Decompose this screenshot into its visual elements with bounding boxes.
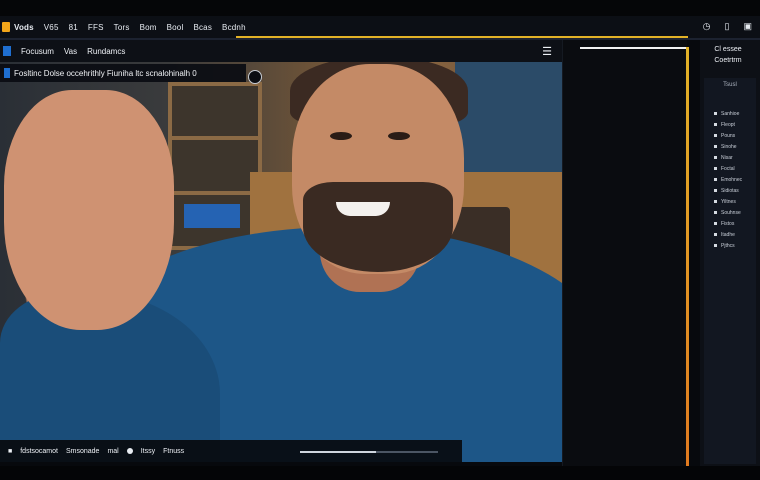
list-item-icon — [714, 145, 717, 148]
waving-hand — [4, 90, 174, 330]
app-logo-icon — [2, 22, 10, 32]
video-progress-bar[interactable] — [300, 451, 438, 453]
video-feed[interactable] — [0, 62, 562, 462]
list-item-icon — [714, 112, 717, 115]
person-smile — [336, 202, 390, 216]
list-item-icon — [714, 189, 717, 192]
list-item[interactable]: Sinohe — [714, 141, 756, 152]
list-item-icon — [714, 233, 717, 236]
list-item-icon — [714, 134, 717, 137]
bookshelf — [168, 82, 262, 250]
menu-item-81[interactable]: 81 — [69, 23, 78, 32]
control-dot-icon[interactable] — [126, 448, 133, 454]
control-item-ftnuss[interactable]: Ftnuss — [163, 448, 184, 455]
user-icon[interactable]: ▣ — [743, 21, 752, 32]
menu-item-bom[interactable]: Bom — [140, 23, 157, 32]
participant-list: Tsusl Sanhioe Fleopt Pouns Sinohe Nisar … — [704, 78, 756, 464]
video-controls: ■ fdstsocamot Smsonade mal Itssy Ftnuss — [0, 440, 462, 462]
sub-item-rundamcs[interactable]: Rundamcs — [87, 47, 125, 56]
side-title-line2: Coetrtrm — [714, 57, 742, 64]
sub-item-vas[interactable]: Vas — [64, 47, 77, 56]
sub-item-focusum[interactable]: Focusum — [21, 47, 54, 56]
caption-text: Fosltinc Dolse occehrithly Fiuniha ltc s… — [14, 68, 197, 78]
title-bar — [0, 0, 760, 16]
caption-app-icon — [4, 68, 10, 78]
list-item[interactable]: Fistos — [714, 218, 756, 229]
menu-item-bcas[interactable]: Bcas — [193, 23, 212, 32]
list-item[interactable]: Foctal — [714, 163, 756, 174]
list-item[interactable]: Sanhioe — [714, 108, 756, 119]
menu-item-bcdnh[interactable]: Bcdnh — [222, 23, 246, 32]
hamburger-menu-icon[interactable]: ☰ — [542, 45, 552, 58]
list-item[interactable]: Souhnse — [714, 207, 756, 218]
list-item-icon — [714, 244, 717, 247]
bottom-bar — [0, 466, 760, 480]
background-monitor — [455, 62, 562, 182]
list-item[interactable]: Pouns — [714, 130, 756, 141]
list-item-icon — [714, 222, 717, 225]
control-item-mal[interactable]: mal — [107, 448, 118, 455]
menu-item-tors[interactable]: Tors — [114, 23, 130, 32]
list-item[interactable]: Fleopt — [714, 119, 756, 130]
list-item[interactable]: Emohnec — [714, 174, 756, 185]
list-item-icon — [714, 200, 717, 203]
person-beard — [303, 182, 453, 272]
menu-item-ffs[interactable]: FFS — [88, 23, 104, 32]
list-item-icon — [714, 178, 717, 181]
control-item-source[interactable]: fdstsocamot — [20, 448, 58, 455]
menu-item-v65[interactable]: V65 — [44, 23, 59, 32]
bell-icon[interactable]: ▯ — [725, 21, 730, 32]
list-item[interactable]: Nisar — [714, 152, 756, 163]
person-eye-left — [330, 132, 352, 140]
list-item[interactable]: Itadhe — [714, 229, 756, 240]
clock-icon[interactable]: ◷ — [703, 21, 711, 32]
person-eye-right — [388, 132, 410, 140]
list-item[interactable]: Sidiotas — [714, 185, 756, 196]
control-item-itssy[interactable]: Itssy — [141, 448, 155, 455]
menu-item-vods[interactable]: Vods — [14, 23, 34, 32]
list-item-icon — [714, 156, 717, 159]
caption-bar: Fosltinc Dolse occehrithly Fiuniha ltc s… — [0, 64, 246, 82]
sub-toolbar: Focusum Vas Rundamcs ☰ — [0, 40, 562, 62]
list-item-icon — [714, 167, 717, 170]
control-speaker-icon[interactable]: ■ — [8, 448, 12, 455]
participant-list-header: Tsusl — [723, 82, 737, 88]
video-progress-fill — [300, 451, 376, 453]
secondary-video-panel — [562, 40, 687, 466]
panel-accent-top — [580, 47, 686, 49]
record-indicator-icon[interactable] — [248, 70, 262, 84]
list-item-icon — [714, 123, 717, 126]
menubar-right-icons: ◷ ▯ ▣ — [703, 21, 752, 32]
side-title-line1: Cl essee — [714, 46, 742, 53]
app-icon — [3, 46, 11, 56]
panel-accent-right — [686, 47, 689, 466]
menu-item-bool[interactable]: Bool — [167, 23, 184, 32]
accent-line — [236, 36, 688, 38]
list-item[interactable]: Yiltnes — [714, 196, 756, 207]
list-item-icon — [714, 211, 717, 214]
control-item-mode[interactable]: Smsonade — [66, 448, 99, 455]
list-item[interactable]: Pjthcs — [714, 240, 756, 251]
side-panel-title: Cl essee Coetrtrm — [708, 44, 748, 66]
